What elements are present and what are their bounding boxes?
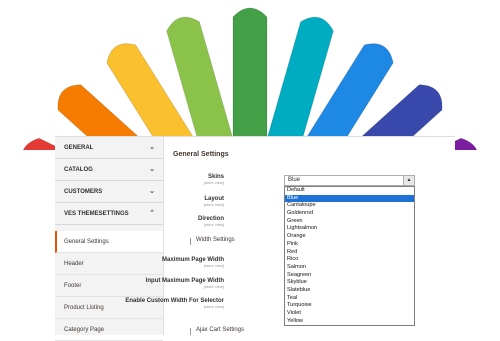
sidebar-item-label: GENERAL <box>64 145 94 151</box>
subitem-category-page[interactable]: Category Page <box>55 319 163 341</box>
skins-option[interactable]: Violet <box>285 310 414 318</box>
skins-option[interactable]: Teal <box>285 295 414 303</box>
skins-dropdown-list: Default Blue Cantaloupe Goldenrod Green Light… <box>284 186 415 327</box>
skins-option[interactable]: Yellow <box>285 318 414 326</box>
color-fan-decoration <box>21 7 479 150</box>
fan-blade <box>232 7 268 150</box>
input-max-width-label: Input Maximum Page Width [store view] <box>145 278 224 289</box>
skins-option[interactable]: Cantaloupe <box>285 202 414 210</box>
width-settings-heading: Width Settings <box>190 237 235 245</box>
layout-label: Layout [store view] <box>203 196 224 207</box>
skins-option[interactable]: Green <box>285 218 414 226</box>
sidebar-item-general[interactable]: GENERAL ⌄ <box>55 137 163 159</box>
chevron-down-icon: ⌄ <box>149 144 155 151</box>
skins-option[interactable]: Salmon <box>285 264 414 272</box>
section-title: General Settings <box>173 151 229 158</box>
skins-option[interactable]: Pink <box>285 241 414 249</box>
skins-option[interactable]: Turquoise <box>285 302 414 310</box>
direction-label: Direction [store view] <box>197 216 224 227</box>
skins-option[interactable]: Goldenrod <box>285 210 414 218</box>
subitem-general-settings[interactable]: General Settings <box>55 231 163 253</box>
skins-option[interactable]: Red <box>285 249 414 257</box>
skins-option[interactable]: Rico <box>285 256 414 264</box>
chevron-down-icon[interactable]: ▲ <box>403 176 414 185</box>
sidebar-item-label: CUSTOMERS <box>64 189 103 195</box>
skins-option[interactable]: Skyblue <box>285 279 414 287</box>
sidebar-item-label: CATALOG <box>64 167 93 173</box>
skins-label: Skins [store view] <box>203 174 224 185</box>
skins-option[interactable]: Orange <box>285 233 414 241</box>
skins-option[interactable]: Default <box>285 187 414 195</box>
custom-width-label: Enable Custom Width For Selector [store v… <box>125 298 224 309</box>
fan-blades <box>21 7 479 150</box>
skins-option[interactable]: Blue <box>285 194 414 203</box>
skins-option[interactable]: Lightsalmon <box>285 225 414 233</box>
ajax-cart-heading: Ajax Cart Settings <box>189 327 245 335</box>
skins-option[interactable]: Seagreen <box>285 272 414 280</box>
skins-select[interactable]: Blue ▲ <box>284 175 415 186</box>
max-width-label: Maximum Page Width [store view] <box>162 257 224 268</box>
skins-option[interactable]: Slateblue <box>285 287 414 295</box>
